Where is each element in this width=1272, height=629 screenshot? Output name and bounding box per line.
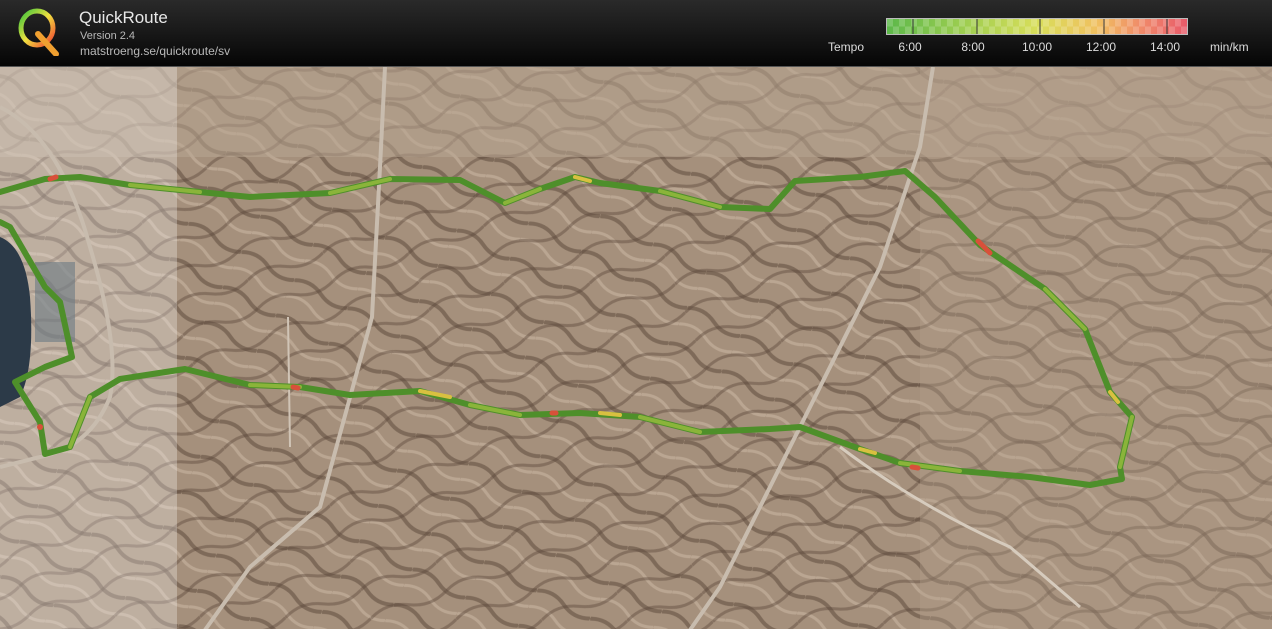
app-title: QuickRoute (79, 8, 168, 27)
app-version: Version 2.4 (80, 30, 136, 42)
satellite-terrain (0, 67, 1272, 629)
legend-tick-10: 10:00 (1021, 40, 1053, 54)
legend-tick-6: 6:00 (898, 40, 922, 54)
legend-tick-12: 12:00 (1085, 40, 1117, 54)
legend-unit: min/km (1210, 40, 1249, 54)
map-view[interactable] (0, 66, 1272, 629)
quickroute-logo-icon (16, 6, 62, 57)
legend-label: Tempo (828, 40, 865, 54)
app-header: QuickRoute Version 2.4 matstroeng.se/qui… (0, 0, 1272, 66)
legend-tick-14: 14:00 (1149, 40, 1181, 54)
legend-tick-8: 8:00 (961, 40, 985, 54)
app-url[interactable]: matstroeng.se/quickroute/sv (80, 44, 230, 58)
pace-color-scale (886, 18, 1188, 35)
